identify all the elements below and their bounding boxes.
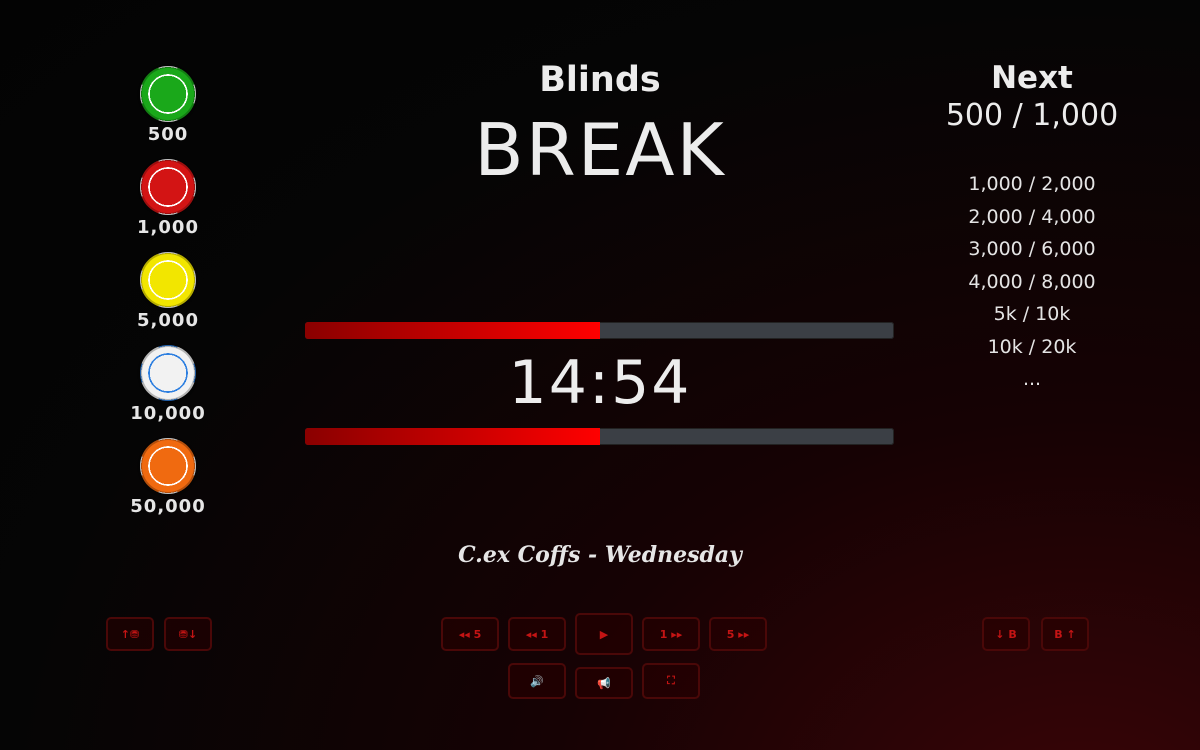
arrow-up-icon: B ↑ — [1054, 627, 1076, 641]
play-icon: ▶ — [599, 627, 609, 641]
chip-50000: 50,000 — [118, 438, 218, 531]
blinds-down-button[interactable]: ↓ B — [982, 617, 1030, 651]
progress-fill — [305, 322, 600, 339]
fast-forward-icon: 5 ▸▸ — [726, 627, 750, 641]
speaker-icon: 🔊 — [530, 674, 544, 688]
fast-forward-icon: 1 ▸▸ — [659, 627, 683, 641]
fullscreen-button[interactable]: ⛶ — [642, 663, 700, 699]
chip-value: 5,000 — [137, 310, 199, 331]
next-title: Next — [991, 60, 1073, 96]
megaphone-icon: 📢 — [597, 676, 611, 690]
list-item: ... — [1022, 368, 1042, 390]
play-button[interactable]: ▶ — [575, 613, 633, 655]
event-name: C.ex Coffs - Wednesday — [458, 542, 742, 568]
blinds-up-button[interactable]: B ↑ — [1041, 617, 1089, 651]
next-blinds-value: 500 / 1,000 — [945, 98, 1119, 133]
chip-value: 50,000 — [130, 496, 206, 517]
add-chip-button[interactable]: ↑⛃ — [106, 617, 154, 651]
rewind-icon: ◂◂ 1 — [525, 627, 549, 641]
chip-value: 1,000 — [137, 217, 199, 238]
list-item: 4,000 / 8,000 — [968, 270, 1096, 293]
fullscreen-icon: ⛶ — [667, 674, 675, 687]
chip-5000: 5,000 — [118, 252, 218, 345]
back-5-button[interactable]: ◂◂ 5 — [441, 617, 499, 651]
list-item: 1,000 / 2,000 — [968, 173, 1096, 195]
forward-1-button[interactable]: 1 ▸▸ — [642, 617, 700, 651]
list-item: 10k / 20k — [987, 335, 1077, 358]
chips-up-icon: ↑⛃ — [120, 627, 140, 641]
progress-fill — [305, 428, 600, 445]
list-item: 2,000 / 4,000 — [968, 205, 1096, 228]
back-1-button[interactable]: ◂◂ 1 — [508, 617, 566, 651]
level-progress-bar-top — [305, 322, 894, 339]
list-item: 3,000 / 6,000 — [968, 238, 1096, 260]
announce-button[interactable]: 📢 — [575, 667, 633, 699]
upcoming-levels-list: 1,000 / 2,000 2,000 / 4,000 3,000 / 6,00… — [900, 173, 1164, 401]
list-item: 5k / 10k — [993, 303, 1071, 325]
level-progress-bar-bottom — [305, 428, 894, 445]
remove-chip-button[interactable]: ⛃↓ — [164, 617, 212, 651]
arrow-down-icon: ↓ B — [995, 627, 1017, 641]
rewind-icon: ◂◂ 5 — [458, 627, 482, 641]
next-blinds-panel: Next 500 / 1,000 1,000 / 2,000 2,000 / 4… — [900, 60, 1164, 401]
orange-chip-icon — [140, 438, 196, 494]
yellow-chip-icon — [140, 252, 196, 308]
chips-down-icon: ⛃↓ — [178, 627, 198, 641]
forward-5-button[interactable]: 5 ▸▸ — [709, 617, 767, 651]
sound-toggle-button[interactable]: 🔊 — [508, 663, 566, 699]
